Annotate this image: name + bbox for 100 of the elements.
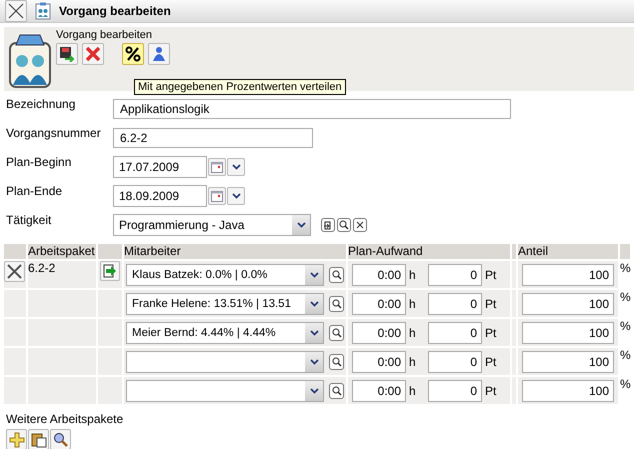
chevron-down-icon [310, 272, 318, 278]
section-label: Weitere Arbeitspakete [6, 412, 124, 426]
unit-label: Pt [485, 384, 498, 398]
text-field[interactable]: 6.2-2 [113, 128, 313, 148]
tooltip: Mit angegebenen Prozentwerten verteilen [134, 79, 346, 95]
clipboard-people-icon [35, 2, 51, 20]
table-cell: 6.2-2 [28, 261, 96, 288]
search-button[interactable] [337, 218, 351, 232]
assign-button[interactable] [100, 261, 120, 281]
activity-select[interactable]: Programmierung - Java [113, 214, 311, 236]
days-field[interactable]: 0 [428, 264, 482, 286]
close-icon [356, 221, 364, 229]
search-button[interactable] [329, 296, 344, 312]
share-field[interactable]: 100 [522, 350, 614, 372]
employee-select[interactable]: Klaus Batzek: 0.0% | 0.0% [126, 264, 324, 286]
search-icon [332, 298, 342, 308]
paste-button[interactable] [28, 429, 49, 449]
unit-label: % [620, 348, 630, 364]
percent-button[interactable] [122, 43, 144, 65]
toolbar-caption: Vorgang bearbeiten [56, 29, 154, 41]
days-field[interactable]: 0 [428, 322, 482, 344]
floppy-arrow-icon [59, 46, 75, 62]
column-header: Arbeitspaket [28, 244, 96, 259]
search-button[interactable] [50, 429, 71, 449]
hours-field[interactable]: 0:00 [352, 292, 406, 314]
field-label: Vorgangsnummer [6, 126, 102, 140]
chevron-down-icon [310, 330, 318, 336]
header-cell [4, 244, 26, 259]
search-icon [332, 270, 342, 280]
clear-button[interactable] [353, 218, 367, 232]
date-field[interactable]: 18.09.2009 [113, 185, 207, 207]
field-label: Plan-Ende [6, 184, 64, 198]
share-field[interactable]: 100 [522, 322, 614, 344]
chevron-down-icon [232, 193, 240, 199]
person-button[interactable] [148, 43, 170, 65]
unit-label: % [620, 319, 630, 335]
close-icon [8, 3, 24, 19]
window-title: Vorgang bearbeiten [59, 4, 171, 18]
search-button[interactable] [329, 382, 344, 398]
unit-label: Pt [485, 296, 498, 310]
column-header: Plan-Aufwand [348, 244, 510, 259]
unit-label: Pt [485, 354, 498, 368]
date-field[interactable]: 17.07.2009 [113, 156, 207, 178]
hours-field[interactable]: 0:00 [352, 380, 406, 402]
employee-select[interactable]: Franke Helene: 13.51% | 13.51 [126, 292, 324, 314]
column-header: Anteil [518, 244, 618, 259]
search-icon [332, 356, 342, 366]
save-button[interactable] [56, 43, 78, 65]
search-button[interactable] [329, 324, 344, 340]
cross-icon [85, 46, 101, 62]
clipboard-icon [30, 432, 46, 448]
share-field[interactable]: 100 [522, 292, 614, 314]
column-header: Mitarbeiter [124, 244, 346, 259]
search-icon [339, 220, 349, 230]
unit-label: h [409, 326, 417, 340]
hours-field[interactable]: 0:00 [352, 322, 406, 344]
text-field[interactable]: Applikationslogik [113, 99, 511, 119]
unit-label: % [620, 261, 630, 277]
unit-label: % [620, 290, 630, 306]
document-arrow-icon [324, 220, 332, 230]
header-cell [620, 244, 630, 259]
field-label: Plan-Beginn [6, 155, 72, 169]
employee-select[interactable]: Meier Bernd: 4.44% | 4.44% [126, 322, 324, 344]
plus-icon [8, 432, 24, 448]
chevron-down-icon [310, 388, 318, 394]
percent-icon [125, 46, 141, 62]
header-cell [512, 244, 516, 259]
unit-label: % [620, 377, 630, 393]
close-icon [7, 264, 22, 279]
search-icon [332, 328, 342, 338]
share-field[interactable]: 100 [522, 380, 614, 402]
delete-button[interactable] [82, 43, 104, 65]
hours-field[interactable]: 0:00 [352, 350, 406, 372]
field-label: Tätigkeit [6, 213, 52, 227]
search-button[interactable] [329, 354, 344, 370]
remove-button[interactable] [4, 261, 25, 282]
days-field[interactable]: 0 [428, 292, 482, 314]
days-field[interactable]: 0 [428, 350, 482, 372]
dropdown-button[interactable] [227, 158, 245, 176]
unit-label: Pt [485, 268, 498, 282]
open-button[interactable] [321, 218, 335, 232]
days-field[interactable]: 0 [428, 380, 482, 402]
chevron-down-icon [310, 300, 318, 306]
unit-label: h [409, 384, 417, 398]
header-cell [98, 244, 122, 259]
unit-label: h [409, 268, 417, 282]
dropdown-button[interactable] [227, 187, 245, 205]
unit-label: h [409, 296, 417, 310]
search-button[interactable] [329, 266, 344, 282]
calendar-icon [211, 162, 223, 172]
person-icon [152, 46, 166, 62]
search-icon [332, 386, 342, 396]
hours-field[interactable]: 0:00 [352, 264, 406, 286]
field-label: Bezeichnung [6, 97, 76, 111]
unit-label: Pt [485, 326, 498, 340]
unit-label: h [409, 354, 417, 368]
add-button[interactable] [6, 429, 27, 449]
share-field[interactable]: 100 [522, 264, 614, 286]
close-button[interactable] [5, 0, 27, 22]
arrow-document-icon [103, 264, 117, 278]
